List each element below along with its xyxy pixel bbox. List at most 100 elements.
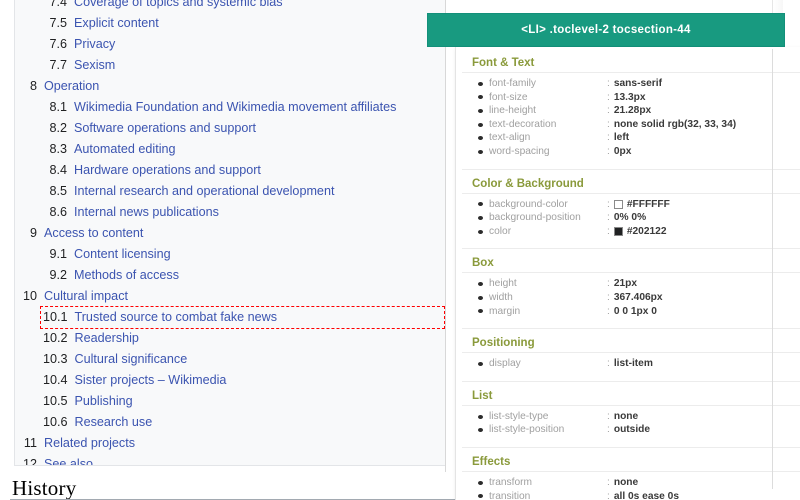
- bullet-icon: [478, 95, 483, 99]
- toc-item[interactable]: 8.6Internal news publications: [15, 202, 445, 223]
- toc-item-link[interactable]: Content licensing: [74, 244, 171, 265]
- css-colon: :: [607, 104, 610, 118]
- toc-item-number: 8.4: [43, 160, 67, 181]
- toc-item-number: 10: [21, 286, 37, 307]
- toc-item-number: 8.1: [43, 97, 67, 118]
- section-divider: [462, 169, 800, 170]
- toc-item-link[interactable]: Automated editing: [74, 139, 176, 160]
- toc-item[interactable]: 10.5Publishing: [15, 391, 445, 412]
- toc-item-link[interactable]: Privacy: [74, 34, 115, 55]
- toc-item-number: 9: [21, 223, 37, 244]
- css-colon: :: [607, 476, 610, 490]
- css-property-row: transition:all 0s ease 0s: [456, 490, 800, 500]
- css-property-list: transform:nonetransition:all 0s ease 0so…: [456, 476, 800, 500]
- toc-item-link[interactable]: Sister projects – Wikimedia: [75, 370, 227, 391]
- toc-item-number: 8.5: [43, 181, 67, 202]
- css-section-title: Color & Background: [462, 174, 800, 194]
- toc-item-link[interactable]: Internal research and operational develo…: [74, 181, 334, 202]
- toc-item-link[interactable]: Cultural impact: [44, 286, 128, 307]
- bullet-icon: [478, 362, 483, 366]
- toc-item-number: 8: [21, 76, 37, 97]
- toc-item-link[interactable]: Publishing: [75, 391, 133, 412]
- toc-item-link[interactable]: Access to content: [44, 223, 143, 244]
- toc-item-link[interactable]: Software operations and support: [74, 118, 256, 139]
- toc-item[interactable]: 7.4 Coverage of topics and systemic bias: [15, 0, 445, 13]
- cssviewer-scroll-rail[interactable]: [772, 49, 773, 489]
- css-property-row: list-style-position:outside: [456, 423, 800, 437]
- css-property-value: none: [614, 476, 638, 490]
- toc-item-link[interactable]: Readership: [75, 328, 139, 349]
- toc-item-link[interactable]: Related projects: [44, 433, 135, 454]
- bullet-icon: [478, 296, 483, 300]
- toc-item-link[interactable]: Operation: [44, 76, 99, 97]
- bullet-icon: [478, 230, 483, 234]
- toc-item-highlighted[interactable]: 10.1 Trusted source to combat fake news: [41, 307, 444, 328]
- toc-item-link[interactable]: Wikimedia Foundation and Wikimedia movem…: [74, 97, 396, 118]
- bullet-icon: [478, 136, 483, 140]
- toc-item[interactable]: 10.6Research use: [15, 412, 445, 433]
- toc-item[interactable]: 10.2Readership: [15, 328, 445, 349]
- toc-item[interactable]: 9 Access to content: [15, 223, 445, 244]
- toc-item-link[interactable]: Sexism: [74, 55, 115, 76]
- css-section-title: Font & Text: [462, 53, 800, 73]
- toc-item[interactable]: 8.1 Wikimedia Foundation and Wikimedia mo…: [15, 97, 445, 118]
- toc-item-link[interactable]: Hardware operations and support: [74, 160, 261, 181]
- toc-item[interactable]: 10.4Sister projects – Wikimedia: [15, 370, 445, 391]
- toc-item[interactable]: 9.1 Content licensing: [15, 244, 445, 265]
- toc-item-number: 7.4: [43, 0, 67, 13]
- color-swatch-icon: [614, 227, 623, 236]
- toc-item-link[interactable]: Explicit content: [74, 13, 159, 34]
- css-property-name: text-decoration: [489, 118, 607, 132]
- toc-scroll-rail[interactable]: [445, 0, 446, 472]
- toc-item[interactable]: 7.5Explicit content: [15, 13, 445, 34]
- css-section: List list-style-type:nonelist-style-posit…: [456, 386, 800, 444]
- toc-item[interactable]: 10 Cultural impact: [15, 286, 445, 307]
- css-colon: :: [607, 305, 610, 319]
- toc-item[interactable]: 10.3Cultural significance: [15, 349, 445, 370]
- css-property-row: display:list-item: [456, 357, 800, 371]
- toc-item-link[interactable]: See also: [44, 454, 93, 466]
- toc-item-link[interactable]: Methods of access: [74, 265, 179, 286]
- toc-item[interactable]: 8 Operation: [15, 76, 445, 97]
- toc-item-number: 10.1: [43, 307, 68, 328]
- bullet-icon: [478, 415, 483, 419]
- toc-item[interactable]: 11Related projects: [15, 433, 445, 454]
- css-property-row: background-color:#FFFFFF: [456, 198, 800, 212]
- toc-item[interactable]: 12See also: [15, 454, 445, 466]
- css-colon: :: [607, 490, 610, 500]
- toc-item[interactable]: 7.7Sexism: [15, 55, 445, 76]
- css-property-row: color:#202122: [456, 225, 800, 239]
- css-property-list: background-color:#FFFFFFbackground-posit…: [456, 198, 800, 243]
- css-property-value: 21px: [614, 277, 637, 291]
- css-section-title: List: [462, 386, 800, 406]
- css-colon: :: [607, 131, 610, 145]
- toc-item-link[interactable]: Coverage of topics and systemic bias: [74, 0, 283, 13]
- toc-item-link[interactable]: Trusted source to combat fake news: [75, 307, 278, 328]
- toc-item[interactable]: 8.4 Hardware operations and support: [15, 160, 445, 181]
- css-property-name: list-style-type: [489, 410, 607, 424]
- toc-item-number: 9.1: [43, 244, 67, 265]
- bullet-icon: [478, 481, 483, 485]
- toc-item[interactable]: 7.6Privacy: [15, 34, 445, 55]
- toc-list: 7.4Coverage of topics and systemic bias7…: [15, 0, 445, 466]
- css-property-row: list-style-type:none: [456, 410, 800, 424]
- css-colon: :: [607, 277, 610, 291]
- css-property-name: margin: [489, 305, 607, 319]
- toc-item-link[interactable]: Internal news publications: [74, 202, 219, 223]
- css-property-name: display: [489, 357, 607, 371]
- toc-item[interactable]: 9.2Methods of access: [15, 265, 445, 286]
- css-property-value: 367.406px: [614, 291, 663, 305]
- css-section: Effectstransform:nonetransition:all 0s e…: [456, 452, 800, 500]
- toc-item[interactable]: 8.5 Internal research and operational dev…: [15, 181, 445, 202]
- toc-item-link[interactable]: Cultural significance: [75, 349, 188, 370]
- css-property-name: height: [489, 277, 607, 291]
- section-divider: [462, 447, 800, 448]
- css-property-name: line-height: [489, 104, 607, 118]
- toc-item[interactable]: 8.2Software operations and support: [15, 118, 445, 139]
- css-section: Font & Textfont-family:sans-seriffont-si…: [456, 53, 800, 166]
- bullet-icon: [478, 282, 483, 286]
- toc-item[interactable]: 8.3Automated editing: [15, 139, 445, 160]
- bullet-icon: [478, 123, 483, 127]
- toc-item-link[interactable]: Research use: [75, 412, 153, 433]
- page-title: History: [12, 476, 76, 500]
